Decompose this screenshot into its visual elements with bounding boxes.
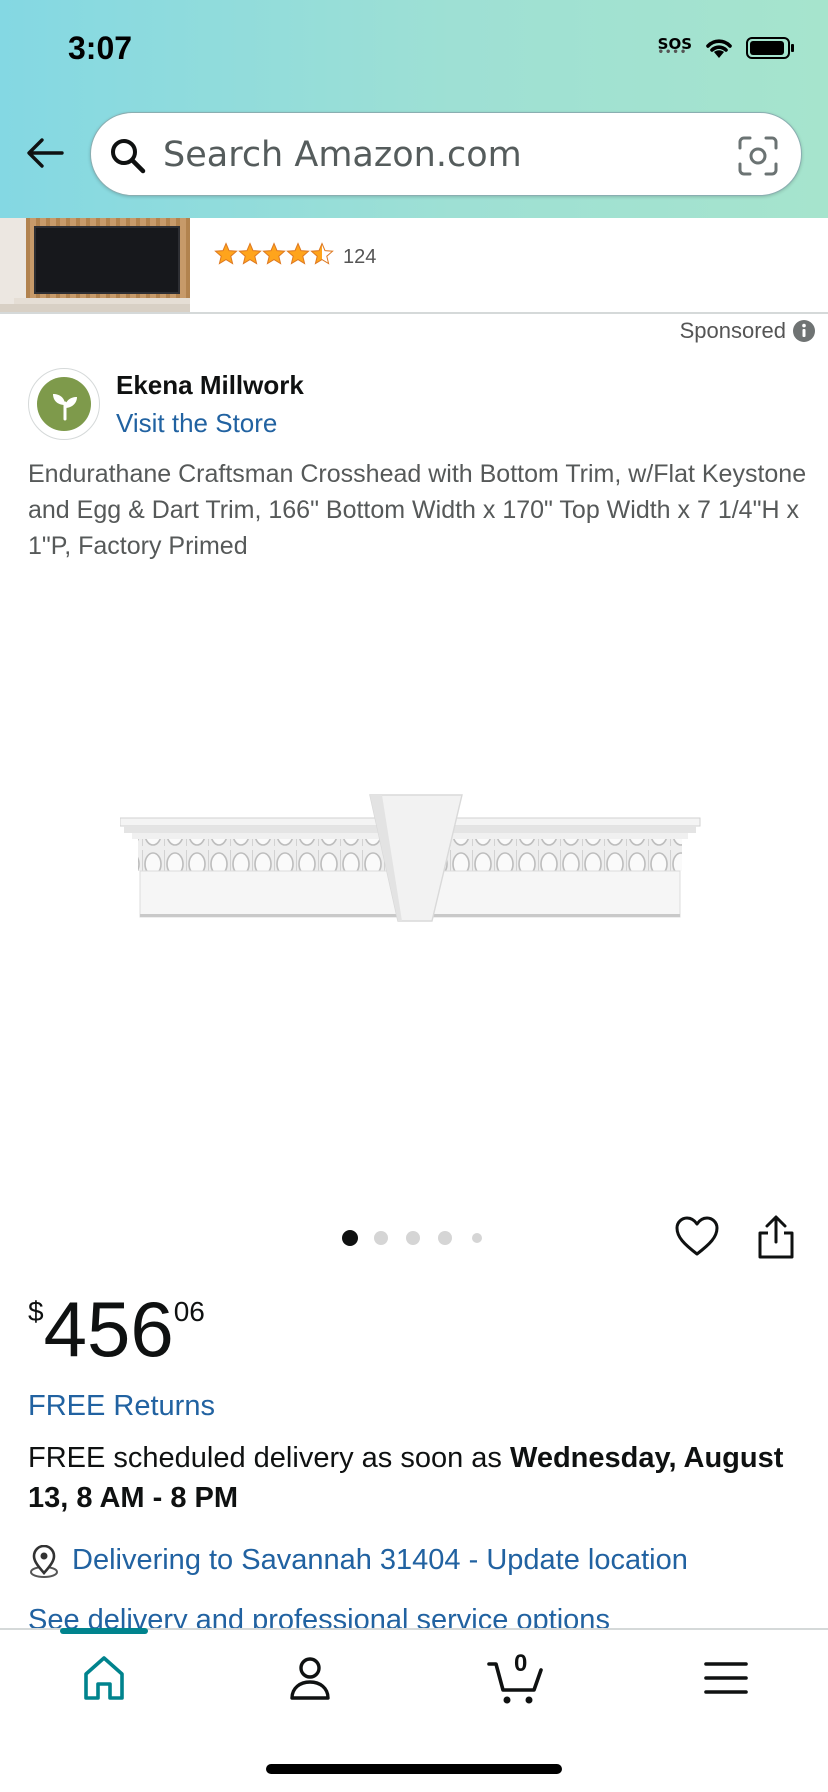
free-returns-link[interactable]: FREE Returns: [28, 1390, 215, 1423]
status-time: 3:07: [68, 30, 133, 66]
info-icon[interactable]: [792, 319, 816, 343]
search-input[interactable]: [163, 129, 703, 181]
battery-icon: [746, 37, 794, 59]
tab-account[interactable]: [280, 1648, 340, 1708]
product-price: $ 456 06: [28, 1290, 205, 1368]
sponsored-text: Sponsored: [679, 318, 786, 343]
heart-icon[interactable]: [674, 1214, 720, 1260]
back-arrow-icon[interactable]: [22, 130, 68, 176]
location-pin-icon: [30, 1545, 58, 1578]
leaf-icon: [53, 394, 77, 421]
ad-product-image[interactable]: [0, 218, 190, 312]
search-bar[interactable]: [90, 112, 802, 196]
visit-store-link[interactable]: Visit the Store: [116, 408, 277, 439]
rating-count: 124: [343, 246, 377, 268]
product-title: Endurathane Craftsman Crosshead with Bot…: [28, 460, 807, 560]
carousel-dot[interactable]: [406, 1231, 420, 1245]
delivery-info: FREE scheduled delivery as soon as Wedne…: [28, 1438, 808, 1518]
camera-scan-icon[interactable]: [737, 135, 779, 177]
sponsored-ad-banner[interactable]: [0, 218, 828, 314]
price-whole: 456: [43, 1285, 174, 1373]
account-icon: [290, 1657, 330, 1700]
price-fraction: 06: [173, 1296, 205, 1327]
product-image[interactable]: [120, 788, 710, 928]
menu-icon: [704, 1662, 748, 1694]
app-header: 3:07 SOS: [0, 0, 828, 218]
share-icon[interactable]: [756, 1214, 796, 1260]
delivery-location-link[interactable]: Delivering to Savannah 31404 - Update lo…: [72, 1544, 688, 1577]
home-icon: [84, 1656, 124, 1700]
brand-name: Ekena Millwork: [116, 370, 304, 400]
wifi-icon: [706, 39, 732, 58]
price-symbol: $: [28, 1296, 44, 1327]
sos-indicator: SOS: [658, 35, 692, 58]
carousel-dot[interactable]: [438, 1231, 452, 1245]
carousel-dot-active[interactable]: [342, 1230, 358, 1246]
tab-menu[interactable]: [696, 1648, 756, 1708]
carousel-dot[interactable]: [374, 1231, 388, 1245]
search-icon: [111, 139, 146, 174]
star-rating: [214, 243, 334, 265]
brand-logo[interactable]: [28, 368, 100, 440]
status-icons: SOS: [658, 35, 796, 60]
carousel-dot[interactable]: [472, 1233, 482, 1243]
image-carousel-dots[interactable]: [340, 1228, 490, 1248]
delivery-prefix: FREE scheduled delivery as soon as: [28, 1442, 510, 1474]
active-tab-indicator: [60, 1628, 148, 1634]
home-indicator: [266, 1764, 562, 1774]
sponsored-label[interactable]: Sponsored: [680, 318, 816, 344]
tab-home[interactable]: [74, 1648, 134, 1708]
cart-count-badge: 0: [514, 1650, 528, 1677]
